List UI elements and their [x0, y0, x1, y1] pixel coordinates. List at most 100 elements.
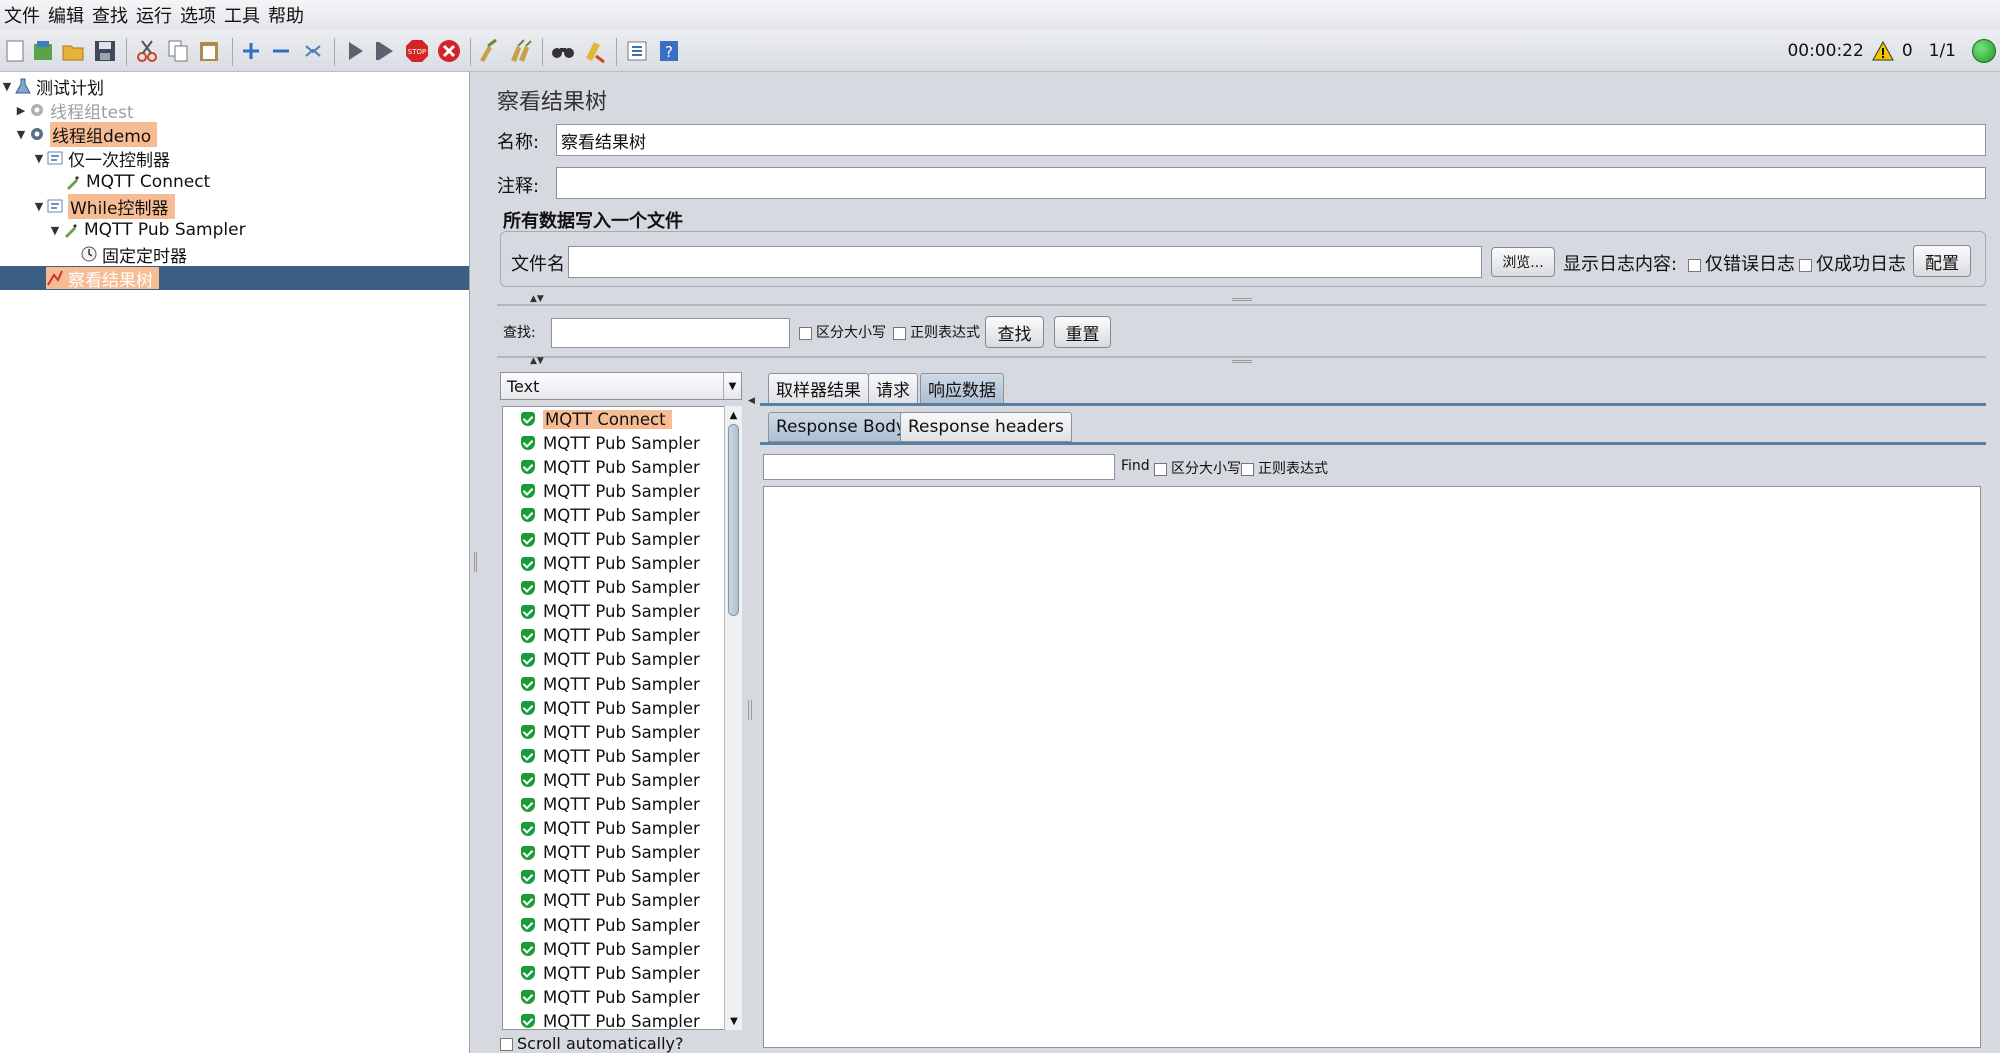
cut-icon[interactable] — [134, 38, 160, 64]
function-helper-icon[interactable] — [624, 38, 650, 64]
regex-option[interactable]: 正则表达式 — [893, 322, 980, 342]
tree-node-mqtt-connect[interactable]: MQTT Connect — [50, 170, 210, 194]
menu-edit[interactable]: 编辑 — [46, 2, 90, 28]
split-grip[interactable] — [748, 700, 752, 720]
result-item[interactable]: MQTT Connect — [503, 407, 741, 431]
response-case-checkbox[interactable] — [1154, 462, 1167, 476]
result-item[interactable]: MQTT Pub Sampler — [503, 624, 741, 648]
result-item[interactable]: MQTT Pub Sampler — [503, 696, 741, 720]
reset-search-icon[interactable] — [582, 38, 608, 64]
result-item[interactable]: MQTT Pub Sampler — [503, 937, 741, 961]
collapse-arrows-icon[interactable]: ▲▼ — [530, 356, 544, 366]
tab-response-body[interactable]: Response Body — [768, 412, 914, 442]
paste-icon[interactable] — [196, 38, 222, 64]
regex-checkbox[interactable] — [893, 326, 906, 340]
expand-arrow-icon[interactable]: ▶ — [14, 104, 28, 117]
result-item[interactable]: MQTT Pub Sampler — [503, 913, 741, 937]
tree-node-thread-group-test[interactable]: ▶ 线程组test — [14, 98, 134, 123]
errors-only-option[interactable]: 仅错误日志 — [1688, 250, 1795, 276]
tree-node-once-only-controller[interactable]: ▼ 仅一次控制器 — [32, 146, 170, 171]
menu-help[interactable]: 帮助 — [266, 2, 310, 28]
result-item[interactable]: MQTT Pub Sampler — [503, 961, 741, 985]
tree-node-test-plan[interactable]: ▼ 测试计划 — [0, 74, 104, 99]
menu-search[interactable]: 查找 — [90, 2, 134, 28]
result-item[interactable]: MQTT Pub Sampler — [503, 600, 741, 624]
results-scrollbar[interactable]: ▲ ▼ — [724, 406, 742, 1030]
expand-arrow-icon[interactable]: ▼ — [32, 152, 46, 165]
result-item[interactable]: MQTT Pub Sampler — [503, 889, 741, 913]
menu-run[interactable]: 运行 — [134, 2, 178, 28]
tab-response-data[interactable]: 响应数据 — [920, 373, 1004, 404]
result-item[interactable]: MQTT Pub Sampler — [503, 552, 741, 576]
copy-icon[interactable] — [165, 38, 191, 64]
help-icon[interactable]: ? — [656, 38, 682, 64]
renderer-select[interactable]: Text ▼ — [500, 372, 742, 400]
file-name-field[interactable] — [568, 246, 1482, 278]
result-item[interactable]: MQTT Pub Sampler — [503, 865, 741, 889]
errors-only-checkbox[interactable] — [1688, 258, 1701, 272]
expand-arrow-icon[interactable]: ▼ — [48, 224, 62, 237]
stop-icon[interactable]: STOP — [404, 38, 430, 64]
collapse-icon[interactable] — [268, 38, 294, 64]
start-icon[interactable] — [342, 38, 368, 64]
search-icon[interactable] — [550, 38, 576, 64]
result-item[interactable]: MQTT Pub Sampler — [503, 479, 741, 503]
result-item[interactable]: MQTT Pub Sampler — [503, 527, 741, 551]
case-sensitive-checkbox[interactable] — [799, 326, 812, 340]
result-item[interactable]: MQTT Pub Sampler — [503, 672, 741, 696]
scroll-down-icon[interactable]: ▼ — [725, 1012, 743, 1030]
expand-icon[interactable] — [238, 38, 264, 64]
new-icon[interactable] — [2, 38, 28, 64]
shutdown-icon[interactable] — [436, 38, 462, 64]
expand-arrow-icon[interactable]: ▼ — [14, 128, 28, 141]
tab-sampler-result[interactable]: 取样器结果 — [768, 373, 869, 404]
response-regex-option[interactable]: 正则表达式 — [1241, 458, 1328, 478]
menu-tools[interactable]: 工具 — [222, 2, 266, 28]
tree-node-thread-group-demo[interactable]: ▼ 线程组demo — [14, 121, 158, 147]
find-button[interactable]: 查找 — [985, 316, 1044, 348]
scroll-automatically-checkbox[interactable] — [500, 1038, 513, 1051]
result-item[interactable]: MQTT Pub Sampler — [503, 985, 741, 1009]
scroll-automatically-option[interactable]: Scroll automatically? — [500, 1034, 684, 1053]
response-case-option[interactable]: 区分大小写 — [1154, 458, 1241, 478]
result-item[interactable]: MQTT Pub Sampler — [503, 720, 741, 744]
expand-arrow-icon[interactable]: ▼ — [32, 200, 46, 213]
open-icon[interactable] — [60, 38, 86, 64]
tree-node-constant-timer[interactable]: 固定定时器 — [66, 242, 187, 267]
reset-button[interactable]: 重置 — [1054, 316, 1111, 348]
result-item[interactable]: MQTT Pub Sampler — [503, 455, 741, 479]
result-item[interactable]: MQTT Pub Sampler — [503, 503, 741, 527]
expand-arrow-icon[interactable]: ▼ — [0, 80, 14, 93]
menu-file[interactable]: 文件 — [2, 2, 46, 28]
tree-node-view-results-tree[interactable]: 察看结果树 — [0, 266, 469, 291]
result-item[interactable]: MQTT Pub Sampler — [503, 841, 741, 865]
menu-options[interactable]: 选项 — [178, 2, 222, 28]
result-item[interactable]: MQTT Pub Sampler — [503, 817, 741, 841]
result-item[interactable]: MQTT Pub Sampler — [503, 793, 741, 817]
clear-icon[interactable] — [476, 38, 502, 64]
divider-grip[interactable] — [1232, 298, 1252, 301]
case-sensitive-option[interactable]: 区分大小写 — [799, 322, 886, 342]
result-item[interactable]: MQTT Pub Sampler — [503, 1009, 741, 1029]
divider-grip[interactable] — [1232, 360, 1252, 363]
result-item[interactable]: MQTT Pub Sampler — [503, 431, 741, 455]
scroll-up-icon[interactable]: ▲ — [725, 406, 742, 424]
tab-request[interactable]: 请求 — [868, 373, 918, 404]
result-item[interactable]: MQTT Pub Sampler — [503, 576, 741, 600]
result-item[interactable]: MQTT Pub Sampler — [503, 744, 741, 768]
collapse-arrows-icon[interactable]: ▲▼ — [530, 294, 544, 304]
result-item[interactable]: MQTT Pub Sampler — [503, 768, 741, 792]
save-icon[interactable] — [92, 38, 118, 64]
response-body-view[interactable] — [763, 486, 1981, 1048]
clear-all-icon[interactable] — [508, 38, 534, 64]
response-find-input[interactable] — [763, 454, 1115, 480]
name-field[interactable]: 察看结果树 — [556, 124, 1986, 156]
search-input[interactable] — [551, 318, 790, 348]
toggle-icon[interactable] — [300, 38, 326, 64]
chevron-down-icon[interactable]: ▼ — [723, 373, 741, 399]
response-regex-checkbox[interactable] — [1241, 462, 1254, 476]
tree-node-while-controller[interactable]: ▼ While控制器 — [32, 193, 175, 219]
collapse-left-icon[interactable]: ◀ — [748, 396, 755, 406]
tab-response-headers[interactable]: Response headers — [900, 412, 1072, 442]
warning-icon[interactable] — [1871, 41, 1894, 61]
